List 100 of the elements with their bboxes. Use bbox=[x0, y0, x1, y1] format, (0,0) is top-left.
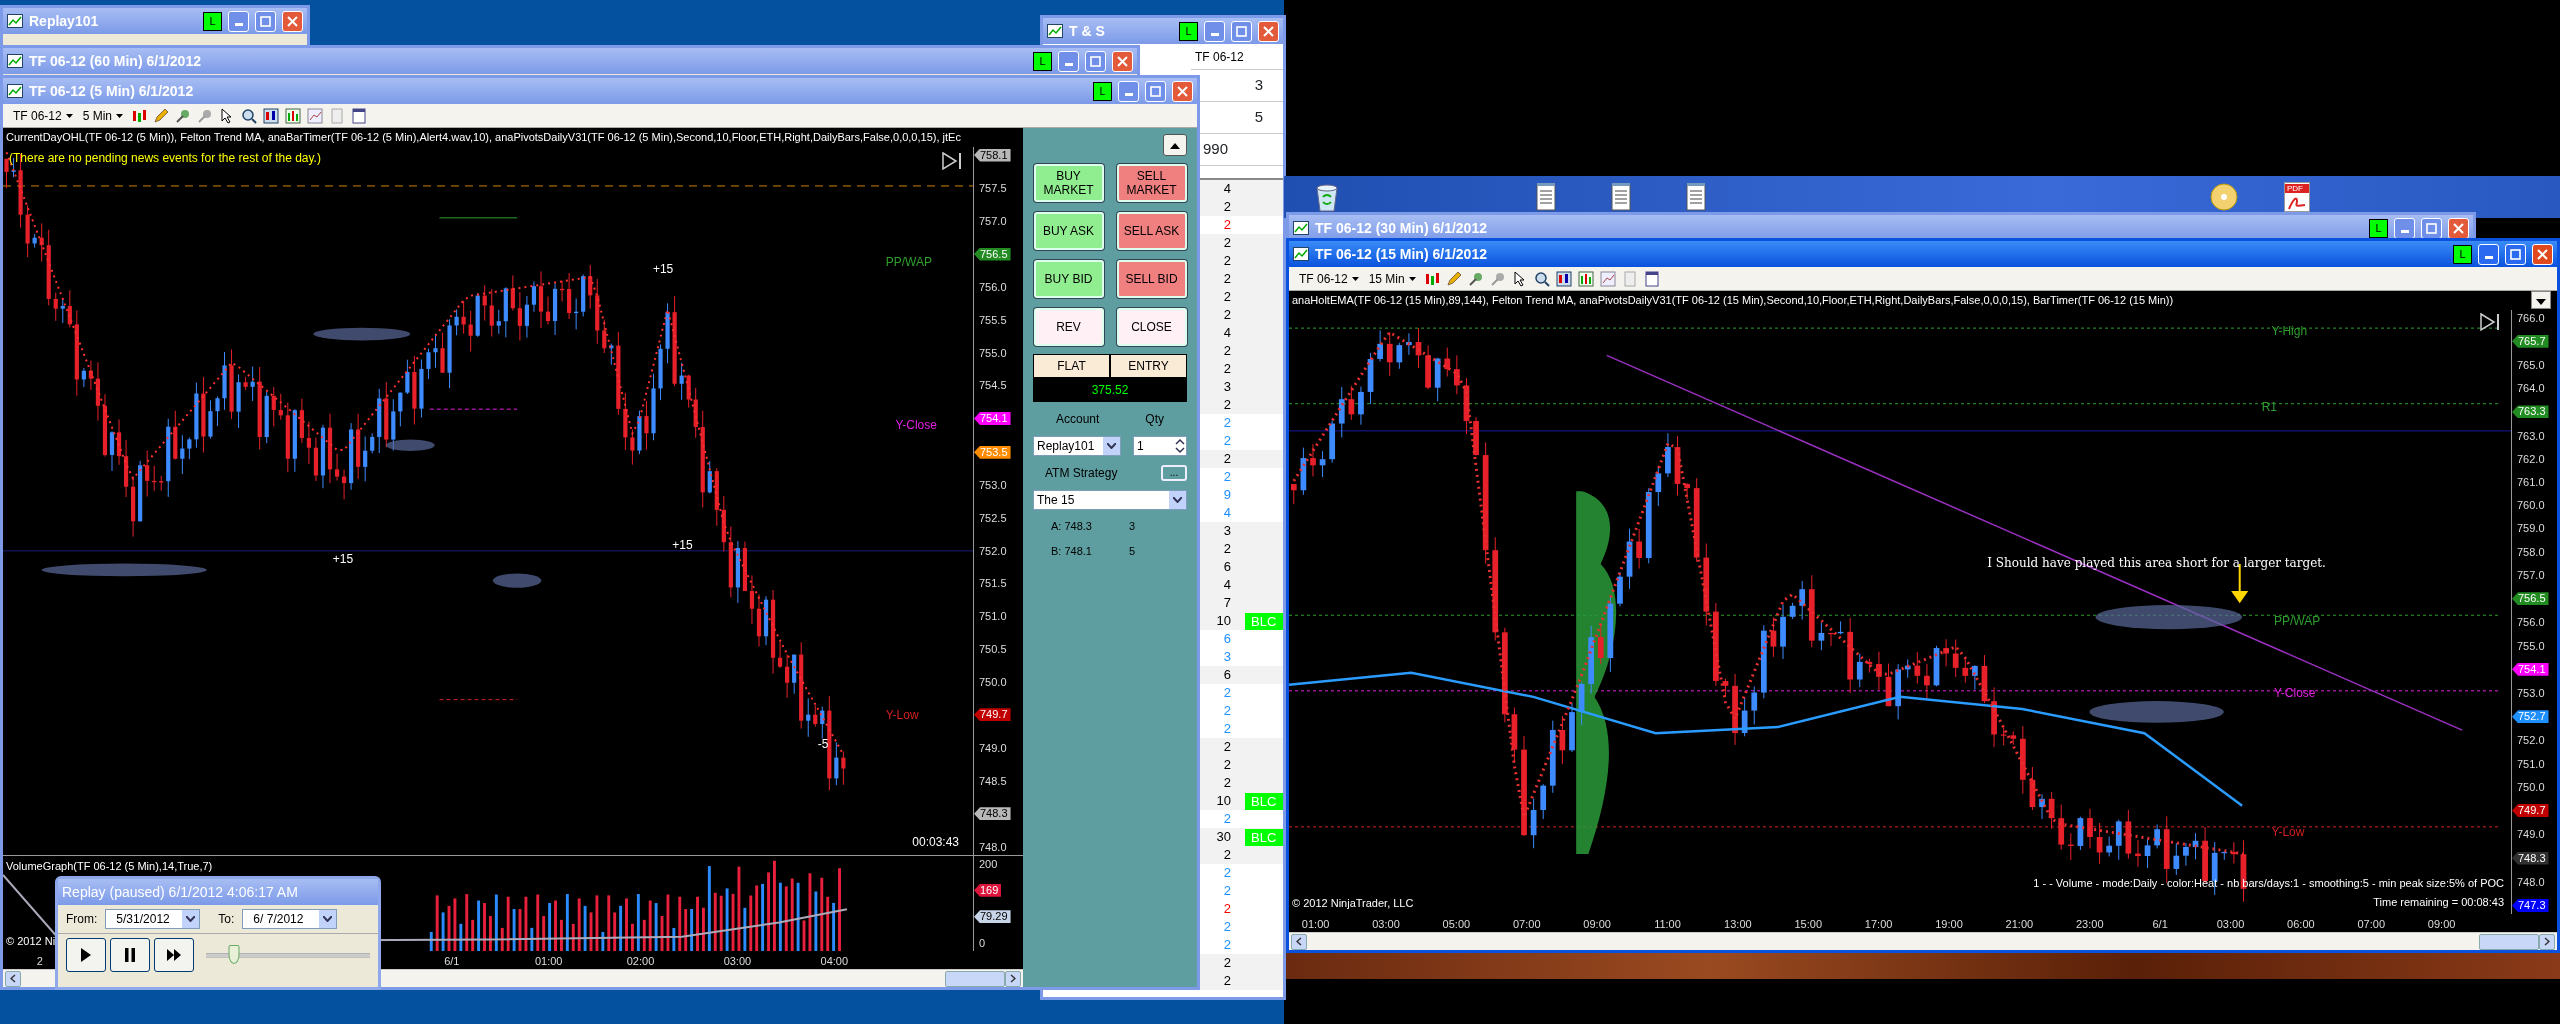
order-button[interactable]: SELL ASK bbox=[1116, 212, 1187, 250]
price-marker: 763.3 bbox=[2512, 405, 2549, 419]
order-button[interactable]: SELL BID bbox=[1116, 260, 1187, 298]
axis-label: 753.0 bbox=[2516, 687, 2545, 699]
date-field[interactable]: 6/ 7/2012 bbox=[242, 909, 338, 929]
axis-label: 759.0 bbox=[2516, 522, 2545, 535]
link-button[interactable]: L bbox=[2453, 244, 2472, 264]
axis-label: 749.0 bbox=[978, 741, 1007, 754]
pivot-label: Y-Close bbox=[895, 416, 937, 434]
axis-label: 748.5 bbox=[978, 774, 1007, 787]
price-marker: 754.1 bbox=[974, 412, 1011, 425]
account-dropdown[interactable]: Replay101 bbox=[1033, 436, 1121, 456]
atm-settings-button[interactable]: ... bbox=[1161, 465, 1187, 481]
position-status: FLAT bbox=[1033, 354, 1110, 378]
time-label: 03:00 bbox=[2216, 917, 2245, 932]
window-title: TF 06-12 (15 Min) 6/1/2012 bbox=[1315, 244, 1488, 264]
indicator-list: CurrentDayOHL(TF 06-12 (5 Min)), Felton Trend MA, anaBarTimer(TF 06-12 (5 Min),Alert4.wav,10), anaPivotsDailyV31(TF 06-12 (5 Min),Second,10,Floor,ETH,Right,DailyBars,False,0,0,0,15), jtEc bbox=[3, 128, 1023, 147]
price-marker: 749.7 bbox=[2512, 804, 2549, 818]
axis-label: 757.0 bbox=[978, 214, 1007, 227]
time-label: 01:00 bbox=[1301, 917, 1330, 932]
axis-label: 749.0 bbox=[2516, 828, 2545, 841]
instrument-field: TF 06-12 bbox=[1195, 47, 1244, 66]
interval-dropdown[interactable]: 5 Min bbox=[80, 106, 126, 125]
axis-label: 752.5 bbox=[978, 512, 1007, 525]
time-label: 13:00 bbox=[1724, 917, 1752, 932]
axis-label: 0 bbox=[978, 936, 986, 949]
time-label: 6/1 bbox=[444, 954, 460, 969]
window-title: TF 06-12 (60 Min) 6/1/2012 bbox=[29, 51, 202, 71]
order-button[interactable]: BUY ASK bbox=[1033, 212, 1104, 250]
order-button[interactable]: BUY MARKET bbox=[1033, 164, 1104, 202]
pivot-label: Y-Low bbox=[2271, 824, 2305, 842]
copyright-text: © 2012 NinjaTrader, LLC bbox=[1292, 895, 1414, 911]
price-marker: 752.7 bbox=[2512, 710, 2549, 724]
axis-label: 765.0 bbox=[2516, 358, 2545, 371]
copyright-text: © 2012 Ni bbox=[6, 933, 56, 949]
atm-strategy-dropdown[interactable]: The 15 bbox=[1033, 490, 1187, 510]
time-label: 02:00 bbox=[626, 954, 655, 969]
axis-label: 755.5 bbox=[978, 313, 1007, 326]
price-marker: 169 bbox=[974, 883, 1002, 897]
instrument-dropdown[interactable]: TF 06-12 bbox=[11, 106, 75, 125]
price-marker: 765.7 bbox=[2512, 334, 2549, 348]
price-marker: 753.5 bbox=[974, 445, 1011, 459]
axis-label: 200 bbox=[978, 858, 998, 870]
trade-label: +15 bbox=[652, 260, 674, 278]
entry-status: ENTRY bbox=[1110, 354, 1187, 378]
axis-label: 756.0 bbox=[978, 281, 1007, 294]
from-label: From: bbox=[66, 911, 98, 928]
quote-value: 3 bbox=[1254, 75, 1263, 96]
time-label: 03:00 bbox=[723, 954, 752, 969]
trade-label: +15 bbox=[332, 551, 354, 569]
time-label: 09:00 bbox=[2427, 917, 2456, 932]
quantity-spinner[interactable]: 1 bbox=[1133, 436, 1187, 456]
order-button[interactable]: CLOSE bbox=[1116, 308, 1187, 346]
time-label: 05:00 bbox=[1442, 917, 1471, 932]
order-button[interactable]: BUY BID bbox=[1033, 260, 1104, 298]
pivot-label: PP/WAP bbox=[2273, 612, 2321, 630]
time-label: 15:00 bbox=[1794, 917, 1822, 932]
window-title: Replay101 bbox=[29, 11, 100, 31]
pnl-value: 375.52 bbox=[1033, 378, 1187, 402]
axis-label: 757.5 bbox=[978, 182, 1007, 195]
time-label: 07:00 bbox=[2357, 917, 2385, 932]
time-label: 19:00 bbox=[1935, 917, 1963, 932]
order-button[interactable]: SELL MARKET bbox=[1116, 164, 1187, 202]
interval-dropdown[interactable]: 15 Min bbox=[1366, 269, 1418, 288]
axis-label: 753.0 bbox=[978, 479, 1007, 492]
axis-label: 755.0 bbox=[978, 346, 1007, 359]
indicator-list: anaHoltEMA(TF 06-12 (15 Min),89,144), Felton Trend MA, anaPivotsDailyV31(TF 06-12 (15 Min),Second,10,Floor,ETH,Right,DailyBars,False,0,0,0,15), BarTimer(TF 06-12 (15 Min)) bbox=[1289, 291, 2531, 310]
quote-value: 990 bbox=[1203, 139, 1229, 160]
axis-label: 748.0 bbox=[978, 840, 1007, 853]
instrument-dropdown[interactable]: TF 06-12 bbox=[1297, 269, 1361, 288]
axis-label: 766.0 bbox=[2516, 311, 2545, 324]
link-button[interactable]: L bbox=[1033, 51, 1052, 71]
quote-value: 5 bbox=[1254, 107, 1263, 128]
link-button[interactable]: L bbox=[1093, 81, 1112, 101]
time-label: 01:00 bbox=[534, 954, 563, 969]
trade-label: +15 bbox=[672, 537, 693, 555]
date-field[interactable]: 5/31/2012 bbox=[105, 909, 201, 929]
window-title: T & S bbox=[1069, 21, 1106, 41]
window-title: TF 06-12 (30 Min) 6/1/2012 bbox=[1315, 218, 1488, 238]
axis-label: 761.0 bbox=[2516, 476, 2545, 489]
order-button[interactable]: REV bbox=[1033, 308, 1104, 346]
qty-label: Qty bbox=[1145, 411, 1164, 428]
axis-label: 752.0 bbox=[2516, 734, 2545, 747]
link-button[interactable]: L bbox=[1179, 21, 1198, 41]
to-label: To: bbox=[218, 911, 235, 928]
price-marker: 79.29 bbox=[974, 910, 1011, 924]
time-label: 11:00 bbox=[1654, 917, 1681, 932]
axis-label: 750.0 bbox=[2516, 780, 2545, 793]
pivot-label: Y-High bbox=[2271, 322, 2308, 340]
pdf-icon[interactable]: PDF bbox=[2284, 182, 2310, 212]
time-label: 07:00 bbox=[1513, 917, 1541, 932]
time-label: 21:00 bbox=[2005, 917, 2034, 932]
link-button[interactable]: L bbox=[203, 11, 222, 31]
price-marker: 748.3 bbox=[974, 807, 1011, 821]
pivot-label: Y-Close bbox=[2273, 685, 2316, 703]
link-button[interactable]: L bbox=[2369, 218, 2388, 238]
axis-label: 760.0 bbox=[2516, 499, 2545, 512]
time-label: 2 bbox=[36, 954, 43, 969]
time-label: 23:00 bbox=[2075, 917, 2104, 932]
order-price: B: 748.1 bbox=[1051, 543, 1093, 559]
